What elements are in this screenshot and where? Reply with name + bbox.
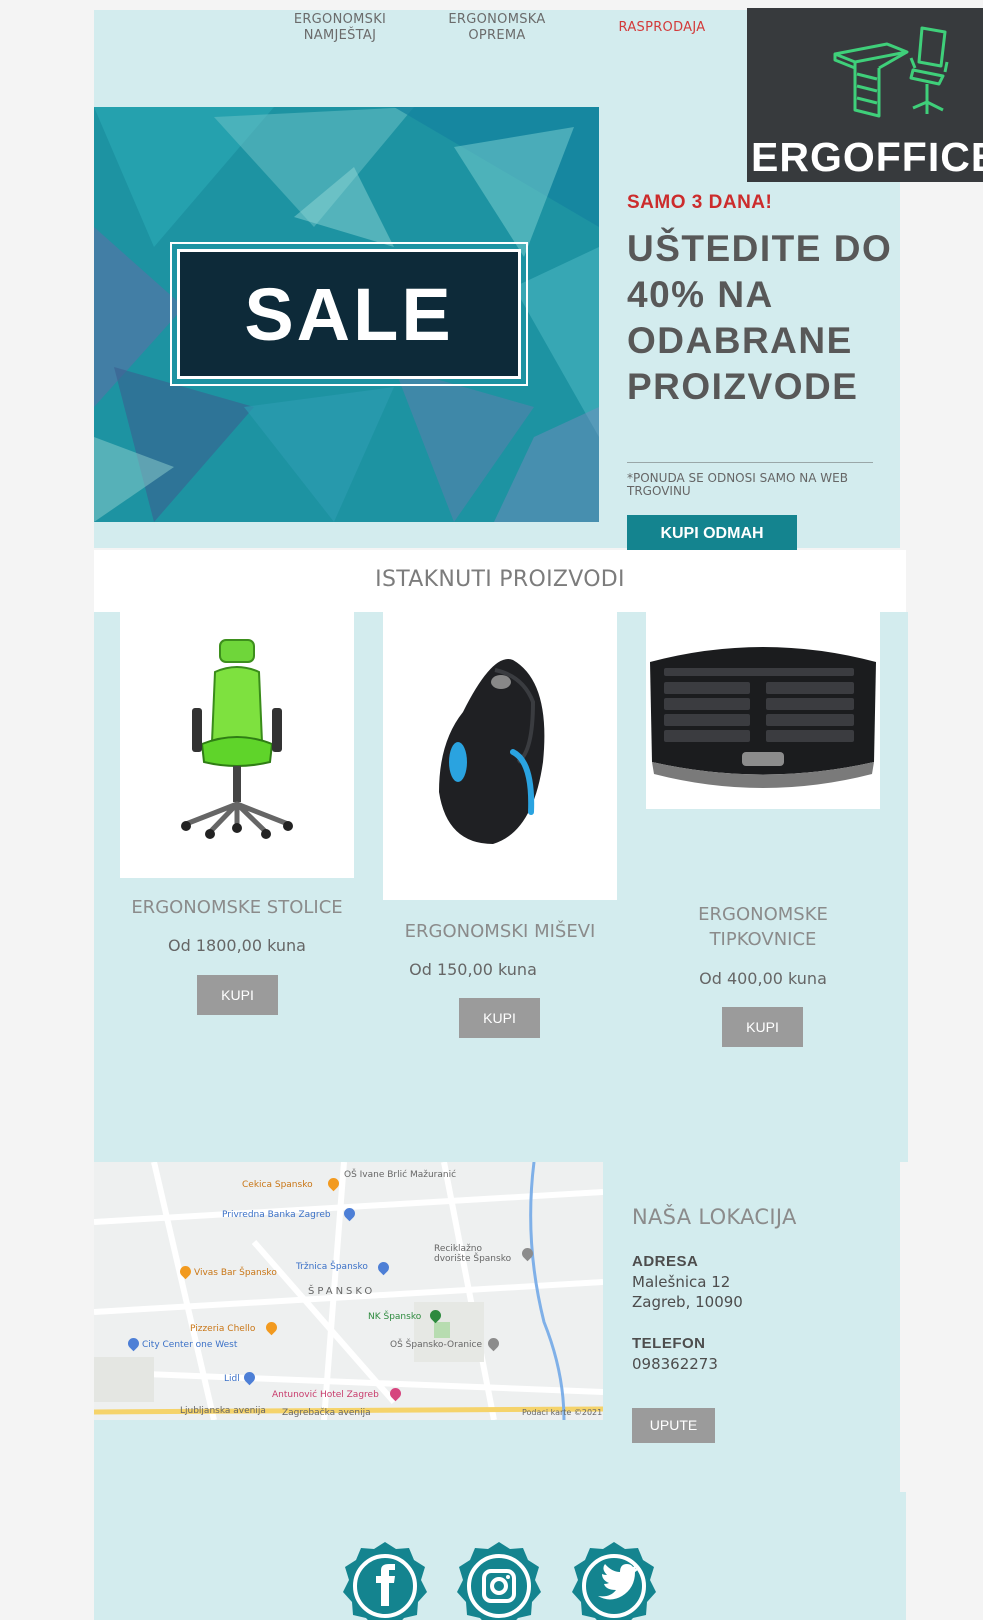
nav-label: NAMJEŠTAJ [303,28,377,43]
promo-kicker: SAMO 3 DANA! [627,192,773,213]
product-price-keyboards: Od 400,00 kuna [699,969,827,988]
directions-button[interactable]: UPUTE [632,1408,715,1443]
map-label: ŠPANSKO [308,1286,376,1297]
featured-products-title: ISTAKNUTI PROIZVODI [94,550,906,612]
product-name-mice: ERGONOMSKI MIŠEVI [404,921,596,942]
newsletter-page: ERGONOMSKI NAMJEŠTAJ ERGONOMSKA OPREMA R… [0,0,983,1620]
buy-keyboards-button[interactable]: KUPI [722,1007,803,1047]
buy-chairs-button[interactable]: KUPI [197,975,278,1015]
map-label: Vivas Bar Špansko [194,1268,277,1278]
promo-divider [627,462,873,463]
product-image-mouse[interactable] [383,612,617,900]
product-image-keyboard[interactable] [646,612,880,809]
map-label: Lidl [224,1374,240,1384]
map-attribution: Podaci karte ©2021. [522,1408,603,1417]
chair-icon [181,639,293,839]
nav-item-ergonomic-furniture[interactable]: ERGONOMSKI NAMJEŠTAJ [270,12,410,44]
map-label: Ljubljanska avenija [180,1406,266,1416]
map-label: Cekica Spansko [242,1180,313,1190]
promo-headline: UŠTEDITE DO 40% NA ODABRANE PROIZVODE [627,228,893,407]
nav-item-ergonomic-equipment[interactable]: ERGONOMSKA OPREMA [427,12,567,44]
buy-now-button[interactable]: KUPI ODMAH [627,515,797,550]
map-label: NK Špansko [368,1312,422,1322]
product-name-line: ERGONOMSKE [698,904,828,925]
phone-label: TELEFON [632,1335,706,1352]
desk-chair-icon [833,26,949,118]
nav-item-sale[interactable]: RASPRODAJA [592,20,732,36]
nav-label: ERGONOMSKI [293,12,387,27]
logo-text: ERGOFFICE [751,134,983,180]
product-name-chairs: ERGONOMSKE STOLICE [131,897,343,918]
keyboard-icon [650,647,876,788]
mouse-icon [439,659,545,844]
map-label: OŠ Ivane Brlić Mažuranić [344,1170,457,1180]
buy-mice-button[interactable]: KUPI [459,998,540,1038]
nav-label: OPREMA [468,28,526,43]
product-price-mice: Od 150,00 kuna [409,960,537,979]
nav-label: ERGONOMSKA [448,12,546,27]
nav-label: RASPRODAJA [618,20,706,35]
product-image-chair[interactable] [120,612,354,878]
location-title: NAŠA LOKACIJA [632,1205,797,1229]
address-line: Zagreb, 10090 [632,1293,743,1311]
ergoffice-logo[interactable]: ERGOFFICE [747,8,983,182]
facebook-icon[interactable] [341,1540,429,1620]
sale-banner-image[interactable]: SALE [94,107,599,522]
map-label: Privredna Banka Zagreb [222,1210,331,1220]
map-label: Pizzeria Chello [190,1324,256,1334]
instagram-icon[interactable] [455,1540,543,1620]
phone-number[interactable]: 098362273 [632,1355,718,1373]
product-price-chairs: Od 1800,00 kuna [168,936,306,955]
sale-frame: SALE [170,242,528,386]
map-label: City Center one West [142,1340,238,1350]
address-line: Malešnica 12 [632,1273,731,1291]
sale-text: SALE [244,272,454,356]
map-label: Tržnica Špansko [296,1262,368,1272]
location-map[interactable]: Cekica Spansko OŠ Ivane Brlić Mažuranić … [94,1162,603,1420]
address-label: ADRESA [632,1253,699,1270]
map-label: Antunović Hotel Zagreb [272,1390,379,1400]
twitter-icon[interactable] [570,1540,658,1620]
promo-note: *PONUDA SE ODNOSI SAMO NA WEB TRGOVINU [627,471,848,498]
product-name-keyboards: ERGONOMSKE TIPKOVNICE [646,902,880,952]
map-label: Reciklažno dvorište Špansko [434,1244,512,1264]
map-label: Zagrebačka avenija [282,1408,371,1418]
product-name-line: TIPKOVNICE [709,929,817,950]
map-label: OŠ Špansko-Oranice [390,1340,483,1350]
